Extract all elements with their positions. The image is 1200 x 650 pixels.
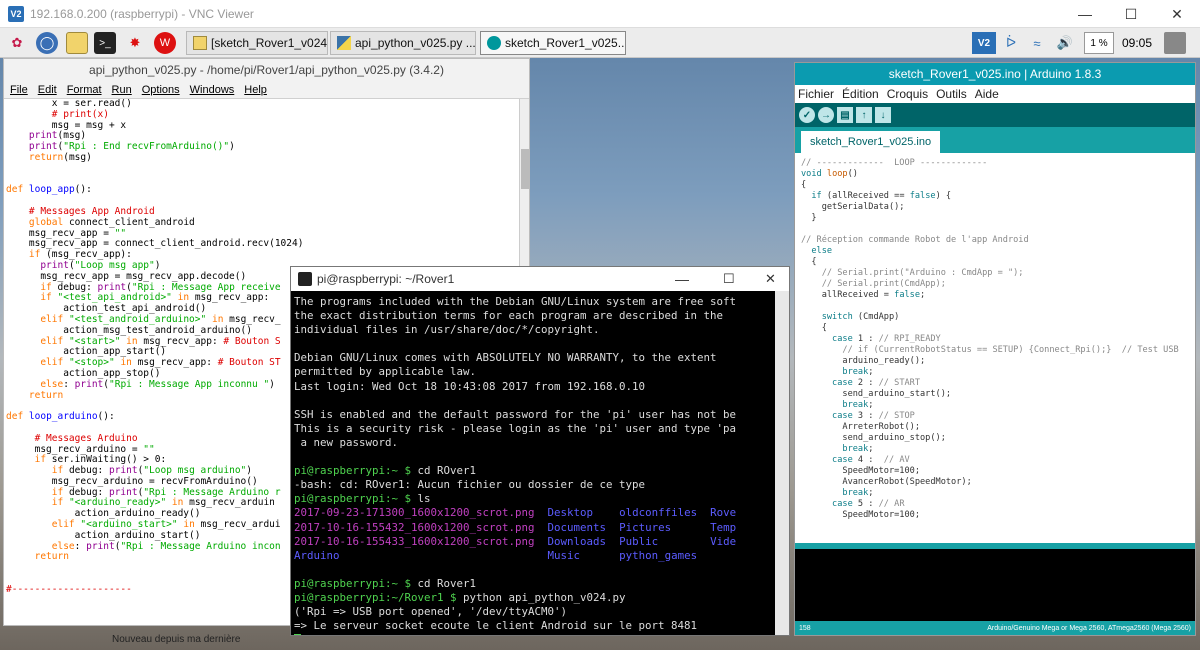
- task-label: [sketch_Rover1_v024...: [211, 36, 328, 50]
- bluetooth-icon[interactable]: ᐆ: [1002, 32, 1020, 54]
- menu-options[interactable]: Options: [142, 84, 180, 96]
- terminal-icon[interactable]: >_: [94, 32, 116, 54]
- volume-icon[interactable]: 🔊: [1054, 32, 1076, 54]
- arduino-code-editor[interactable]: // ------------- LOOP ------------- void…: [801, 158, 1195, 543]
- terminal-scrollbar[interactable]: [775, 291, 789, 635]
- vnc-window-title: 192.168.0.200 (raspberrypi) - VNC Viewer: [30, 6, 254, 21]
- vnc-logo-icon: V2: [8, 5, 24, 22]
- maximize-button[interactable]: ☐: [723, 271, 735, 287]
- task-button-sketch-v024[interactable]: [sketch_Rover1_v024...: [186, 31, 328, 55]
- cursor: [294, 634, 301, 635]
- terminal-window: pi@raspberrypi: ~/Rover1 — ☐ ✕ The progr…: [290, 266, 790, 636]
- menu-croquis[interactable]: Croquis: [887, 87, 928, 101]
- new-icon[interactable]: ▤: [837, 107, 853, 123]
- arduino-title-bar: sketch_Rover1_v025.ino | Arduino 1.8.3: [795, 63, 1195, 85]
- task-label: sketch_Rover1_v025...: [505, 36, 626, 50]
- wifi-icon[interactable]: ≈: [1026, 32, 1048, 54]
- menu-windows[interactable]: Windows: [190, 84, 235, 96]
- vnc-tray-icon[interactable]: V2: [972, 32, 996, 54]
- task-button-api-python[interactable]: api_python_v025.py ...: [330, 31, 476, 55]
- maximize-button[interactable]: ☐: [1108, 0, 1154, 28]
- menu-help[interactable]: Help: [244, 84, 267, 96]
- idle-menu-bar: File Edit Format Run Options Windows Hel…: [4, 81, 529, 99]
- upload-icon[interactable]: →: [818, 107, 834, 123]
- menu-file[interactable]: File: [10, 84, 28, 96]
- menu-outils[interactable]: Outils: [936, 87, 967, 101]
- cpu-usage-indicator: 1 %: [1084, 32, 1114, 54]
- tab-sketch[interactable]: sketch_Rover1_v025.ino: [801, 131, 941, 153]
- task-label: api_python_v025.py ...: [355, 36, 476, 50]
- terminal-icon: [298, 272, 312, 286]
- arduino-console: [795, 543, 1195, 623]
- menu-edition[interactable]: Édition: [842, 87, 879, 101]
- menu-aide[interactable]: Aide: [975, 87, 999, 101]
- menu-format[interactable]: Format: [67, 84, 102, 96]
- eject-icon[interactable]: [1164, 32, 1186, 54]
- terminal-title-bar: pi@raspberrypi: ~/Rover1 — ☐ ✕: [291, 267, 789, 291]
- idle-title-bar: api_python_v025.py - /home/pi/Rover1/api…: [4, 59, 529, 81]
- arduino-icon: [487, 36, 501, 50]
- close-button[interactable]: ✕: [1154, 0, 1200, 28]
- verify-icon[interactable]: ✓: [799, 107, 815, 123]
- minimize-button[interactable]: —: [1062, 0, 1108, 28]
- mathematica-icon[interactable]: ✸: [124, 32, 146, 54]
- scrollbar-thumb[interactable]: [521, 149, 529, 189]
- wolfram-icon[interactable]: W: [154, 32, 176, 54]
- arduino-toolbar: ✓ → ▤ ↑ ↓: [795, 103, 1195, 127]
- menu-run[interactable]: Run: [112, 84, 132, 96]
- terminal-output[interactable]: The programs included with the Debian GN…: [291, 291, 775, 635]
- board-info: Arduino/Genuino Mega or Mega 2560, ATmeg…: [987, 624, 1191, 632]
- folder-icon[interactable]: [66, 32, 88, 54]
- folder-icon: [193, 36, 207, 50]
- arduino-menu-bar: Fichier Édition Croquis Outils Aide: [795, 85, 1195, 103]
- close-button[interactable]: ✕: [765, 271, 776, 287]
- menu-fichier[interactable]: Fichier: [798, 87, 834, 101]
- globe-icon[interactable]: ◯: [36, 32, 58, 54]
- python-icon: [337, 36, 351, 50]
- task-button-sketch-v025[interactable]: sketch_Rover1_v025...: [480, 31, 626, 55]
- save-icon[interactable]: ↓: [875, 107, 891, 123]
- taskbar: ✿ ◯ >_ ✸ W [sketch_Rover1_v024... api_py…: [0, 28, 1200, 58]
- clock: 09:05: [1121, 36, 1153, 50]
- minimize-button[interactable]: —: [675, 271, 689, 287]
- arduino-status-bar: 158 Arduino/Genuino Mega or Mega 2560, A…: [795, 621, 1195, 635]
- terminal-title: pi@raspberrypi: ~/Rover1: [317, 272, 455, 286]
- arduino-window: sketch_Rover1_v025.ino | Arduino 1.8.3 F…: [794, 62, 1196, 636]
- open-icon[interactable]: ↑: [856, 107, 872, 123]
- menu-edit[interactable]: Edit: [38, 84, 57, 96]
- arduino-tab-bar: sketch_Rover1_v025.ino: [795, 127, 1195, 153]
- vnc-title-bar: V2 192.168.0.200 (raspberrypi) - VNC Vie…: [0, 0, 1200, 28]
- raspberry-icon[interactable]: ✿: [6, 32, 28, 54]
- line-number: 158: [799, 624, 811, 632]
- desktop-text: Nouveau depuis ma dernière: [112, 634, 241, 645]
